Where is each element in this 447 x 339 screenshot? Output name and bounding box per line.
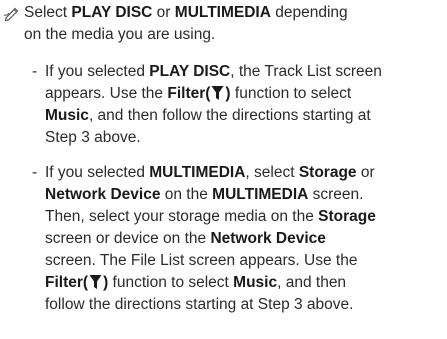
item2-line-1: If you selected MULTIMEDIA, select Stora… (45, 164, 375, 181)
item2-line-6: Filter() function to select Music, and t… (45, 274, 347, 291)
list-dash: - (32, 63, 38, 80)
list-item-play-disc: - If you selected PLAY DISC, the Track L… (13, 61, 447, 149)
item1-line-1: If you selected PLAY DISC, the Track Lis… (45, 63, 382, 80)
item1-line-2: appears. Use the Filter() function to se… (45, 85, 352, 102)
item2-line-2: Network Device on the MULTIMEDIA screen. (45, 186, 364, 203)
list-dash: - (32, 164, 38, 181)
item2-line-7: follow the directions starting at Step 3… (45, 296, 354, 313)
note-paragraph: Select PLAY DISC or MULTIMEDIA depending… (0, 2, 444, 46)
item2-line-5: screen. The File List screen appears. Us… (45, 252, 358, 269)
filter-funnel-icon (89, 275, 102, 289)
note-line-1: Select PLAY DISC or MULTIMEDIA depending (24, 4, 348, 21)
item2-line-3: Then, select your storage media on the S… (45, 208, 376, 225)
item1-line-4: Step 3 above. (45, 129, 141, 146)
item1-line-3: Music, and then follow the directions st… (45, 107, 371, 124)
pencil-note-icon (3, 7, 19, 21)
instruction-document: Select PLAY DISC or MULTIMEDIA depending… (0, 0, 447, 339)
item2-line-4: screen or device on the Network Device (45, 230, 326, 247)
note-line-2: on the media you are using. (24, 26, 216, 43)
filter-funnel-icon (211, 86, 224, 100)
list-item-multimedia: - If you selected MULTIMEDIA, select Sto… (13, 162, 447, 316)
